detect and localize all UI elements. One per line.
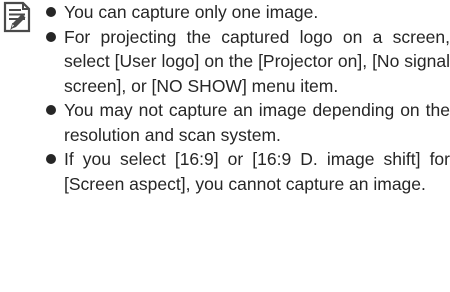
note-icon — [3, 1, 31, 33]
note-list: You can capture only one image. For proj… — [46, 0, 450, 196]
note-text: You may not capture an image depending o… — [64, 100, 450, 145]
bullet-icon — [46, 7, 56, 17]
note-item: You may not capture an image depending o… — [46, 98, 450, 147]
note-text: For projecting the captured logo on a sc… — [64, 26, 450, 96]
note-text: If you select [16:9] or [16:9 D. image s… — [64, 149, 450, 194]
bullet-icon — [46, 31, 56, 42]
note-item: For projecting the captured logo on a sc… — [46, 25, 450, 99]
bullet-icon — [46, 105, 56, 115]
note-text: You can capture only one image. — [64, 2, 319, 22]
bullet-icon — [46, 154, 56, 164]
note-item: You can capture only one image. — [46, 0, 450, 25]
note-item: If you select [16:9] or [16:9 D. image s… — [46, 147, 450, 196]
